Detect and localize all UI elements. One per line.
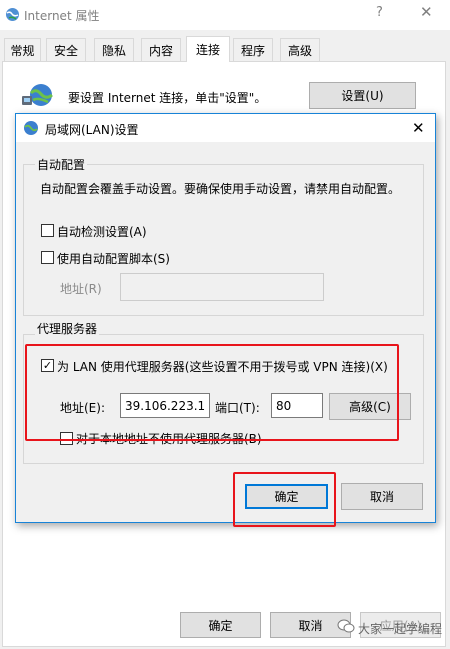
network-globe-icon [22, 84, 53, 106]
tab-privacy[interactable]: 隐私 [94, 38, 134, 61]
tab-content[interactable]: 内容 [141, 38, 181, 61]
ok-highlight-box [233, 472, 336, 527]
watermark-text: 大家一起学编程 [358, 622, 443, 636]
use-script-label[interactable]: 使用自动配置脚本(S) [57, 250, 170, 267]
outer-window-title: Internet 属性 [24, 9, 100, 23]
dialog-cancel-button[interactable]: 取消 [341, 483, 423, 510]
tab-security[interactable]: 安全 [46, 38, 86, 61]
setup-button[interactable]: 设置(U) [309, 82, 416, 109]
tab-general[interactable]: 常规 [4, 38, 41, 61]
internet-globe-icon [6, 8, 19, 21]
tab-programs[interactable]: 程序 [233, 38, 273, 61]
lan-settings-dialog: 局域网(LAN)设置 ✕ 自动配置 自动配置会覆盖手动设置。要确保使用手动设置，… [15, 113, 436, 527]
lan-globe-icon [24, 121, 38, 135]
auto-detect-label[interactable]: 自动检测设置(A) [57, 223, 147, 240]
outer-ok-button[interactable]: 确定 [180, 612, 261, 638]
auto-config-description: 自动配置会覆盖手动设置。要确保使用手动设置，请禁用自动配置。 [40, 182, 401, 196]
outer-close-icon[interactable]: ✕ [420, 3, 433, 21]
proxy-highlight-box [25, 344, 399, 441]
help-icon[interactable]: ? [376, 5, 383, 20]
tab-connections[interactable]: 连接 [186, 36, 230, 62]
dialog-close-icon[interactable]: ✕ [412, 119, 425, 137]
wechat-icon [337, 619, 355, 633]
tab-advanced[interactable]: 高级 [280, 38, 320, 61]
script-address-label: 地址(R) [60, 282, 102, 296]
auto-config-caption: 自动配置 [35, 156, 88, 173]
dialog-title: 局域网(LAN)设置 [45, 123, 139, 137]
use-script-checkbox[interactable] [41, 251, 54, 264]
auto-detect-checkbox[interactable] [41, 224, 54, 237]
proxy-caption: 代理服务器 [35, 320, 100, 337]
script-address-input[interactable] [120, 273, 324, 301]
setup-instruction: 要设置 Internet 连接，单击"设置"。 [68, 91, 267, 105]
